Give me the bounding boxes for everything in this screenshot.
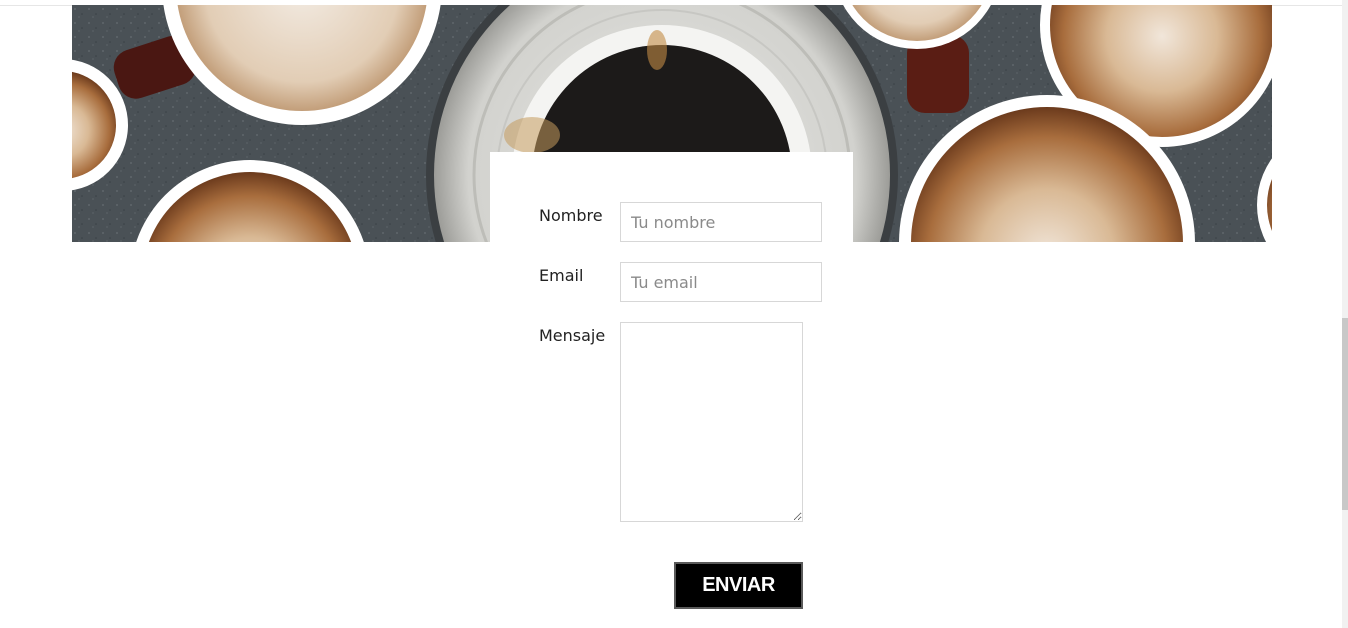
- message-label: Mensaje: [539, 326, 606, 345]
- submit-button[interactable]: ENVIAR: [674, 562, 803, 609]
- name-label: Nombre: [539, 206, 603, 225]
- page-scrollbar-track[interactable]: [1342, 0, 1348, 628]
- message-textarea[interactable]: [620, 322, 803, 522]
- name-input[interactable]: [620, 202, 822, 242]
- email-label: Email: [539, 266, 584, 285]
- contact-form: Nombre Email Mensaje ENVIAR: [490, 152, 853, 612]
- email-input[interactable]: [620, 262, 822, 302]
- page-scrollbar-thumb[interactable]: [1342, 318, 1348, 510]
